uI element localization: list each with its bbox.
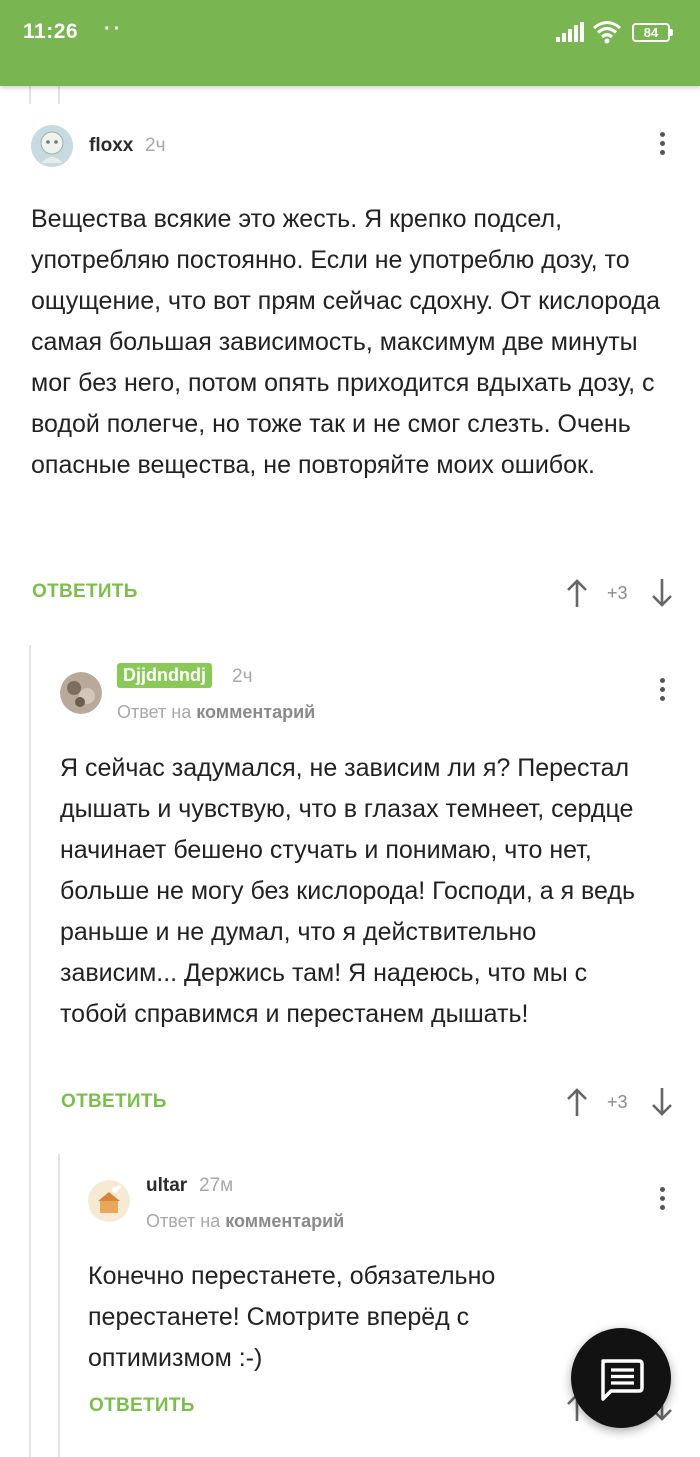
reply-target-link[interactable]: комментарий: [196, 702, 315, 722]
arrow-up-icon[interactable]: [565, 578, 589, 608]
arrow-up-icon[interactable]: [565, 1087, 589, 1117]
wifi-icon: [593, 21, 621, 44]
comment-text: Я сейчас задумался, не зависим ли я? Пер…: [60, 754, 636, 1028]
status-bar: 11:26 ·· 84: [0, 0, 700, 86]
arrow-down-icon[interactable]: [650, 1087, 674, 1117]
reply-prefix: Ответ на: [146, 1211, 221, 1231]
thread-line-level1: [29, 645, 31, 1457]
thread-line-top: [29, 86, 31, 104]
reply-target-link[interactable]: комментарий: [225, 1211, 344, 1231]
more-options-button[interactable]: [650, 674, 674, 708]
reply-button[interactable]: ОТВЕТИТЬ: [61, 1091, 167, 1113]
new-comment-fab[interactable]: [571, 1328, 671, 1428]
more-options-button[interactable]: [650, 1183, 674, 1217]
avatar[interactable]: [88, 1180, 130, 1222]
reply-reference: Ответ на комментарий: [117, 702, 315, 723]
reply-reference: Ответ на комментарий: [146, 1211, 344, 1232]
battery-indicator: 84: [632, 23, 673, 42]
thread-line-level2: [58, 1154, 60, 1457]
reply-button[interactable]: ОТВЕТИТЬ: [32, 581, 138, 603]
more-vertical-icon: [659, 132, 665, 137]
username[interactable]: Djjdndndj: [117, 663, 212, 688]
more-vertical-icon: [659, 678, 665, 683]
avatar[interactable]: [31, 125, 73, 167]
rating: +3: [607, 583, 628, 603]
timestamp: 2ч: [232, 666, 253, 687]
more-vertical-icon: [659, 1187, 665, 1192]
timestamp: 27м: [199, 1175, 234, 1196]
arrow-down-icon[interactable]: [650, 578, 674, 608]
avatar[interactable]: [60, 672, 102, 714]
thread-line-top-2: [58, 86, 60, 104]
username[interactable]: ultar: [146, 1175, 187, 1197]
username[interactable]: floxx: [89, 135, 133, 157]
comment-icon: [601, 1359, 644, 1401]
signal-icon: [556, 22, 584, 42]
comment-text: Вещества всякие это жесть. Я крепко подс…: [31, 205, 661, 479]
status-time: 11:26: [23, 20, 79, 43]
reply-button[interactable]: ОТВЕТИТЬ: [89, 1395, 195, 1417]
reply-prefix: Ответ на: [117, 702, 192, 722]
rating: +3: [607, 1092, 628, 1112]
more-options-button[interactable]: [650, 128, 674, 162]
notification-dots: ··: [104, 18, 124, 40]
comment-text: Конечно перестанете, обязательно переста…: [88, 1262, 496, 1372]
timestamp: 2ч: [145, 135, 166, 156]
